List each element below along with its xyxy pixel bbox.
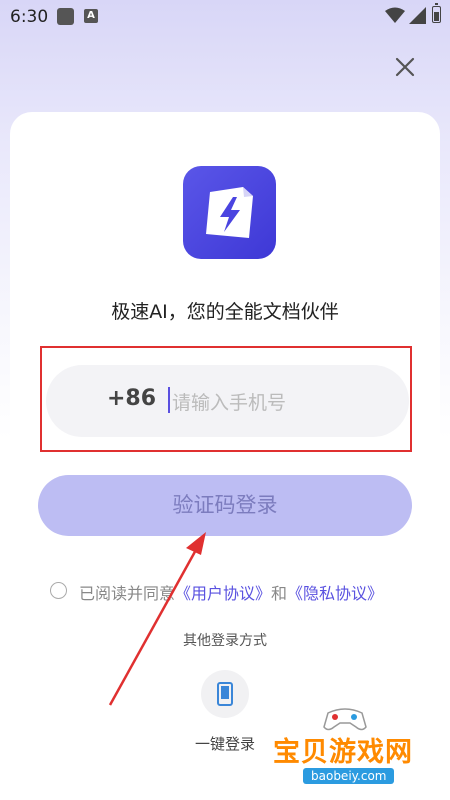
watermark: 宝贝游戏网 baobeiy.com <box>268 700 450 800</box>
tagline: 极速AI，您的全能文档伙伴 <box>111 301 339 323</box>
one-key-login-label: 一键登录 <box>195 735 256 753</box>
app-logo <box>183 166 276 259</box>
other-login-title: 其他登录方式 <box>183 633 267 649</box>
phone-icon <box>217 682 233 706</box>
app-notification-icon: A <box>84 9 98 23</box>
wifi-icon <box>385 7 405 23</box>
sms-login-button[interactable]: 验证码登录 <box>38 475 412 536</box>
privacy-policy-link[interactable]: 《隐私协议》 <box>287 584 383 603</box>
battery-icon <box>432 3 441 23</box>
user-agreement-link[interactable]: 《用户协议》 <box>175 584 271 603</box>
one-key-login-button[interactable] <box>201 670 249 718</box>
status-time: 6:30 <box>10 7 49 27</box>
status-bar: 6:30 A <box>0 0 450 34</box>
gamepad-icon <box>323 708 367 731</box>
signal-icon <box>409 7 426 24</box>
agree-checkbox[interactable] <box>50 582 67 599</box>
watermark-url: baobeiy.com <box>303 768 395 784</box>
watermark-title: 宝贝游戏网 <box>273 737 413 768</box>
notification-icon <box>57 8 74 25</box>
highlight-frame <box>40 346 412 452</box>
agreement-prefix: 已阅读并同意 <box>79 584 176 603</box>
close-icon[interactable] <box>394 56 416 78</box>
agreement-conjunction: 和 <box>271 584 288 603</box>
lightning-document-icon <box>206 187 253 238</box>
